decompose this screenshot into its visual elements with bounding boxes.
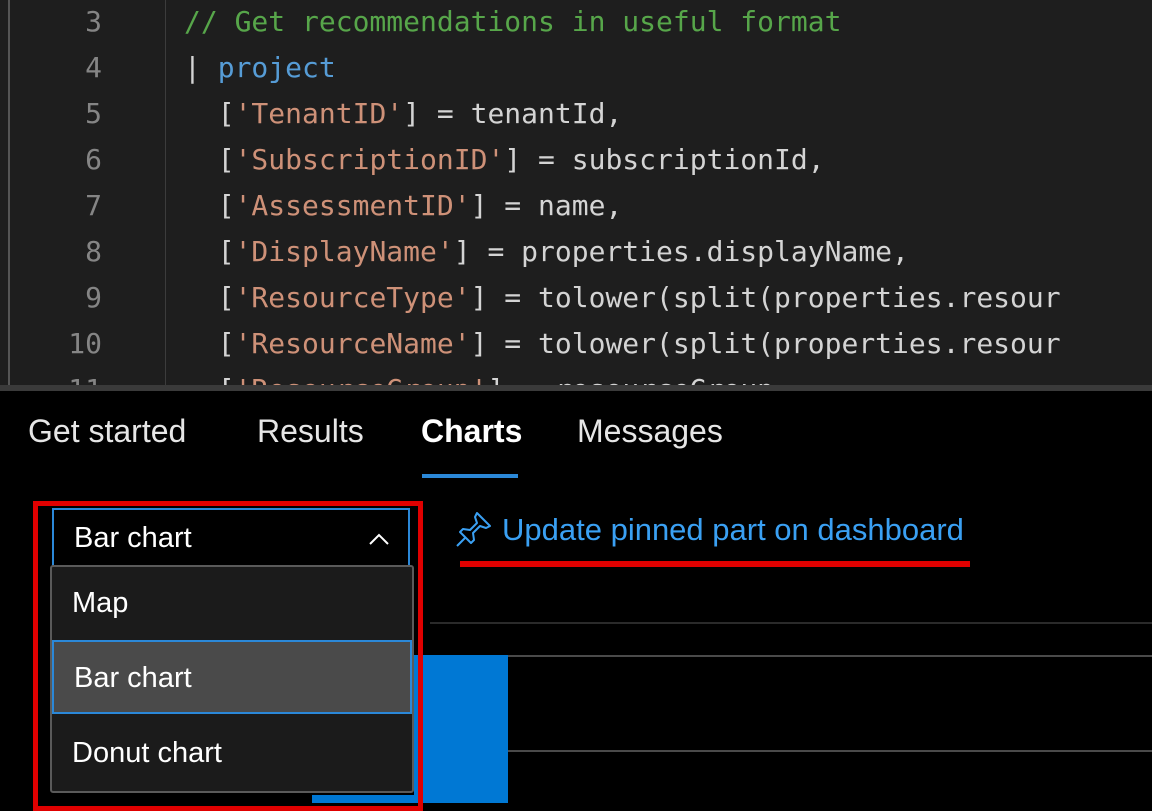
code-token: [: [184, 373, 235, 385]
code-line: 11 ['ResourceGroup'] = resourceGroup,: [10, 367, 1152, 385]
line-number: 11: [10, 367, 102, 385]
highlight-underline: [460, 561, 970, 567]
tab-messages[interactable]: Messages: [577, 413, 723, 463]
option-label: Map: [72, 587, 129, 619]
code-token: [: [184, 281, 235, 314]
code-token: 'ResourceGroup': [235, 373, 488, 385]
code-token: 'TenantID': [234, 97, 404, 130]
code-token: ] = tolower(split(properties.resour: [470, 327, 1061, 360]
chart-type-select[interactable]: Bar chart: [52, 508, 410, 568]
option-label: Bar chart: [74, 662, 192, 694]
chart-gridline: [430, 622, 1152, 624]
code-text: ['ResourceName'] = tolower(split(propert…: [184, 321, 1061, 367]
code-text: ['TenantID'] = tenantId,: [184, 91, 623, 137]
code-token: 'ResourceName': [234, 327, 471, 360]
chart-type-value: Bar chart: [74, 522, 192, 554]
code-line: 10 ['ResourceName'] = tolower(split(prop…: [10, 321, 1152, 367]
code-token: // Get recommendations in useful format: [184, 5, 842, 38]
code-token: [: [184, 143, 235, 176]
code-token: ] = subscriptionId,: [504, 143, 825, 176]
code-token: ] = name,: [470, 189, 623, 222]
code-token: ] = tenantId,: [403, 97, 623, 130]
line-number: 7: [85, 189, 102, 222]
pin-icon: [456, 512, 491, 547]
code-line: 9 ['ResourceType'] = tolower(split(prope…: [10, 275, 1152, 321]
code-token: |: [184, 51, 218, 84]
code-token: [: [184, 189, 235, 222]
code-line: 8 ['DisplayName'] = properties.displayNa…: [10, 229, 1152, 275]
code-text: // Get recommendations in useful format: [184, 0, 841, 45]
line-number: 9: [85, 281, 102, 314]
option-label: Donut chart: [72, 737, 222, 769]
line-number: 10: [68, 327, 102, 360]
option-donut-chart[interactable]: Donut chart: [52, 717, 412, 791]
chart-bar: [414, 655, 508, 803]
line-number: 3: [85, 5, 102, 38]
results-tabs: Get started Results Charts Messages: [0, 391, 1152, 486]
chart-gridline: [430, 655, 1152, 657]
code-line: 6 ['SubscriptionID'] = subscriptionId,: [10, 137, 1152, 183]
pin-link-label: Update pinned part on dashboard: [502, 512, 964, 547]
code-line: 4 | project: [10, 45, 1152, 91]
code-token: [: [184, 327, 235, 360]
chart-type-dropdown: Map Bar chart Donut chart: [50, 565, 414, 793]
code-text: ['DisplayName'] = properties.displayName…: [184, 229, 909, 275]
line-number: 4: [85, 51, 102, 84]
code-text: | project: [184, 45, 336, 91]
editor-left-border: [0, 0, 10, 390]
code-token: 'DisplayName': [234, 235, 454, 268]
chart-gridline: [430, 750, 1152, 752]
code-token: [: [184, 235, 235, 268]
code-text: ['AssessmentID'] = name,: [184, 183, 623, 229]
active-tab-indicator: [422, 474, 518, 478]
line-number: 5: [85, 97, 102, 130]
query-editor[interactable]: 3 // Get recommendations in useful format…: [10, 0, 1152, 385]
code-line: 3 // Get recommendations in useful format: [10, 0, 1152, 45]
code-line: 5 ['TenantID'] = tenantId,: [10, 91, 1152, 137]
option-map[interactable]: Map: [52, 567, 412, 641]
code-text: ['ResourceType'] = tolower(split(propert…: [184, 275, 1061, 321]
option-bar-chart[interactable]: Bar chart: [52, 640, 412, 714]
tab-results[interactable]: Results: [257, 413, 364, 463]
code-token: [: [184, 97, 235, 130]
code-token: ] = tolower(split(properties.resour: [470, 281, 1061, 314]
tab-charts[interactable]: Charts: [421, 413, 522, 463]
code-line: 7 ['AssessmentID'] = name,: [10, 183, 1152, 229]
code-token: 'AssessmentID': [234, 189, 471, 222]
code-token: 'SubscriptionID': [234, 143, 505, 176]
line-number: 8: [85, 235, 102, 268]
code-token: 'ResourceType': [234, 281, 471, 314]
code-text: ['SubscriptionID'] = subscriptionId,: [184, 137, 825, 183]
tab-get-started[interactable]: Get started: [28, 413, 186, 463]
chevron-up-icon: [369, 533, 389, 545]
code-token: ] = resourceGroup,: [487, 373, 790, 385]
code-token: ] = properties.displayName,: [453, 235, 909, 268]
code-token: project: [217, 51, 336, 84]
line-number: 6: [85, 143, 102, 176]
code-text: ['ResourceGroup'] = resourceGroup,: [184, 367, 791, 385]
